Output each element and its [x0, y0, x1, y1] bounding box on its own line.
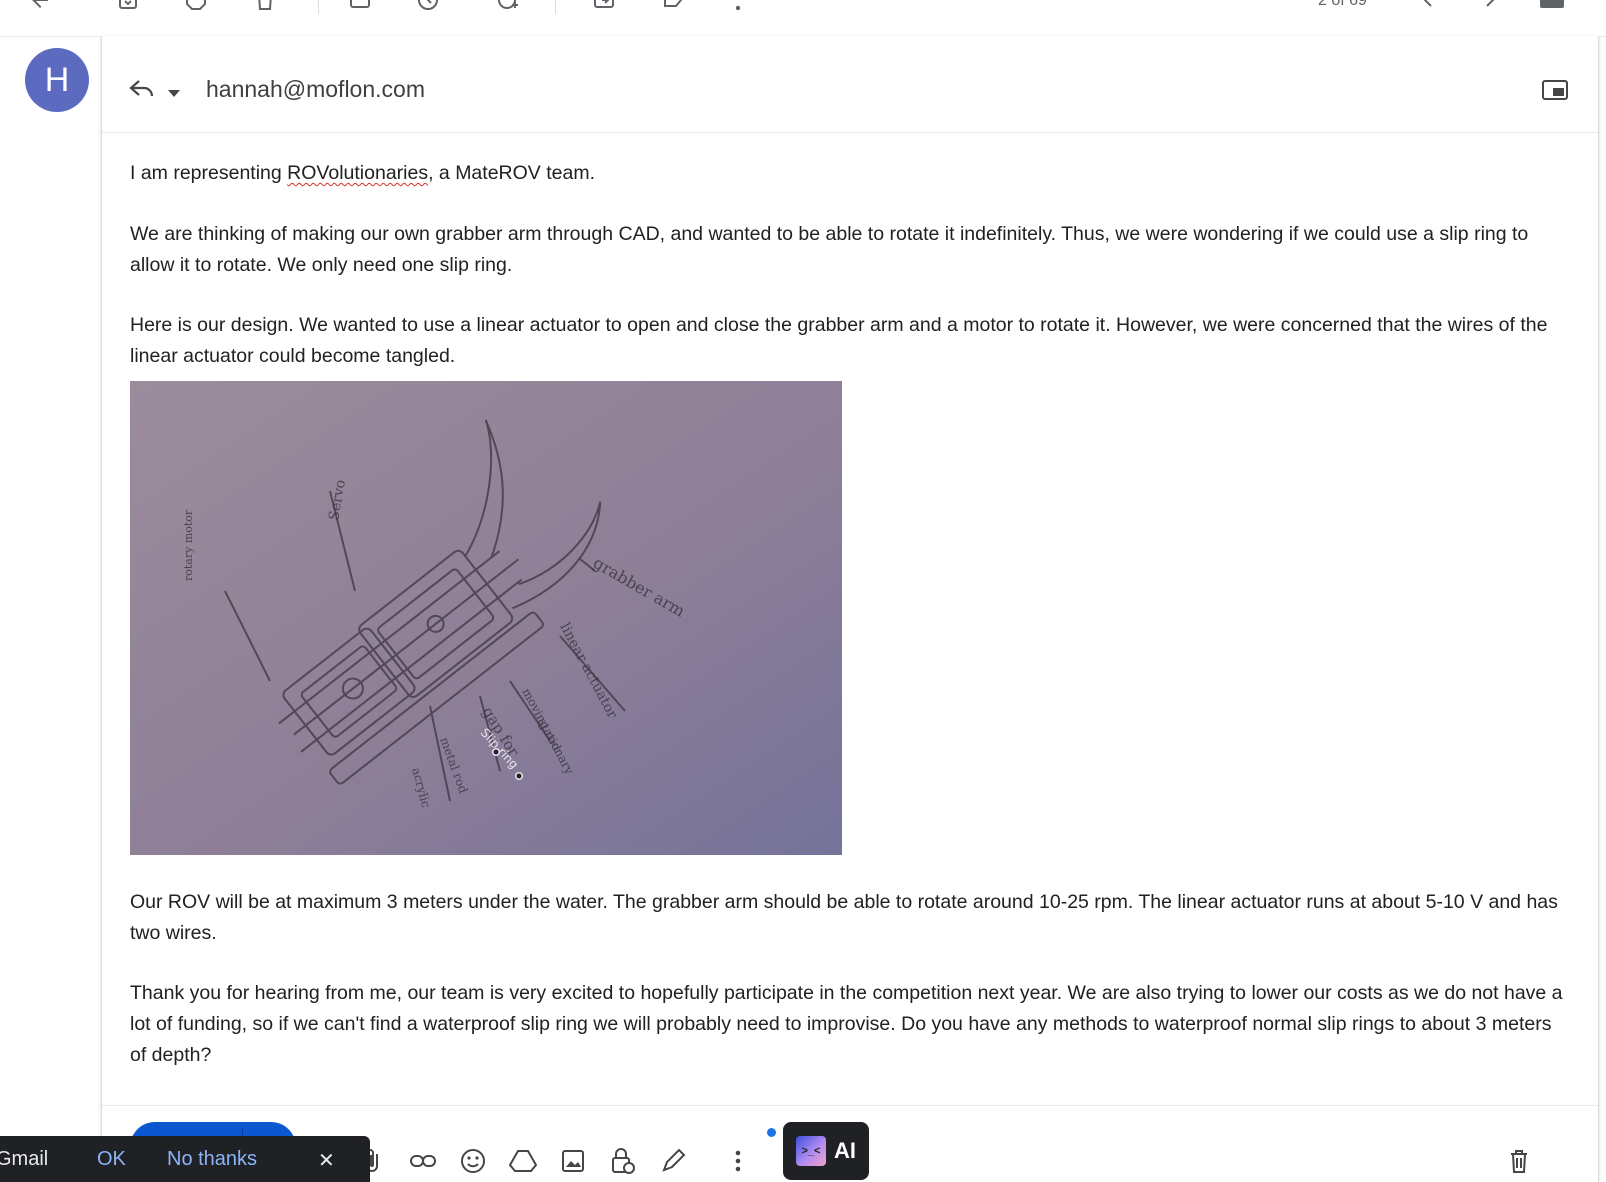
older-chevron-icon[interactable] — [1476, 0, 1504, 14]
input-tools-keyboard-icon[interactable] — [1538, 0, 1566, 14]
sender-avatar: H — [25, 48, 89, 112]
sketch-label-rotary-motor: rotary motor — [182, 509, 195, 581]
ai-button-label: AI — [834, 1138, 856, 1163]
delete-icon[interactable] — [251, 0, 279, 14]
pagination-count: 2 of 69 — [1318, 0, 1367, 9]
body-paragraph-design[interactable]: Here is our design. We wanted to use a l… — [130, 310, 1570, 372]
google-drive-icon[interactable] — [508, 1146, 538, 1176]
confidential-mode-icon[interactable] — [608, 1146, 638, 1176]
report-spam-icon[interactable] — [182, 0, 210, 14]
body-paragraph-specs[interactable]: Our ROV will be at maximum 3 meters unde… — [130, 887, 1570, 949]
more-options-icon[interactable] — [723, 1146, 753, 1176]
snackbar-no-thanks-button[interactable]: No thanks — [167, 1148, 257, 1171]
intro-text-start: I am representing — [130, 162, 288, 184]
body-paragraph-intro[interactable]: I am representing ROVolutionaries, a Mat… — [130, 158, 1570, 189]
move-to-icon[interactable] — [590, 0, 618, 14]
message-toolbar: 2 of 69 — [0, 0, 1606, 37]
snackbar-close-icon[interactable]: ✕ — [318, 1148, 335, 1173]
snackbar-ok-button[interactable]: OK — [97, 1148, 126, 1171]
compose-header: hannah@moflon.com — [102, 36, 1598, 133]
snackbar-message: Gmail — [0, 1148, 49, 1170]
design-sketch-drawing: grabber arm linear actuator moving rod s… — [130, 381, 842, 855]
label-icon[interactable] — [659, 0, 687, 14]
insert-link-icon[interactable] — [408, 1146, 438, 1176]
back-arrow-icon[interactable] — [26, 0, 54, 14]
body-paragraph-question[interactable]: Thank you for hearing from me, our team … — [130, 978, 1570, 1071]
reply-compose-panel: hannah@moflon.com I am representing ROVo… — [101, 36, 1599, 1182]
insert-photo-icon[interactable] — [558, 1146, 588, 1176]
mark-unread-icon[interactable] — [346, 0, 374, 14]
footer-divider — [102, 1105, 1598, 1106]
archive-icon[interactable] — [114, 0, 142, 14]
snooze-icon[interactable] — [414, 0, 442, 14]
reply-type-dropdown-icon[interactable] — [168, 85, 180, 103]
more-options-icon[interactable] — [724, 0, 752, 14]
snackbar: Gmail OK No thanks ✕ — [0, 1136, 370, 1182]
design-sketch-image[interactable]: grabber arm linear actuator moving rod s… — [130, 381, 842, 855]
add-task-icon[interactable] — [494, 0, 522, 14]
pop-out-reply-icon[interactable] — [1541, 78, 1569, 107]
ai-assistant-button[interactable]: >_< AI — [783, 1122, 869, 1180]
insert-emoji-icon[interactable] — [458, 1146, 488, 1176]
discard-draft-icon[interactable] — [1504, 1146, 1534, 1176]
notification-dot — [767, 1128, 776, 1137]
reply-icon[interactable] — [128, 76, 156, 105]
recipient-address[interactable]: hannah@moflon.com — [206, 76, 425, 103]
body-paragraph-grabber[interactable]: We are thinking of making our own grabbe… — [130, 219, 1570, 281]
ai-logo-icon: >_< — [796, 1136, 826, 1166]
intro-text-end: , a MateROV team. — [428, 162, 595, 184]
insert-signature-icon[interactable] — [658, 1146, 688, 1176]
newer-chevron-icon[interactable] — [1414, 0, 1442, 14]
misspelled-word[interactable]: ROVolutionaries — [287, 162, 428, 184]
